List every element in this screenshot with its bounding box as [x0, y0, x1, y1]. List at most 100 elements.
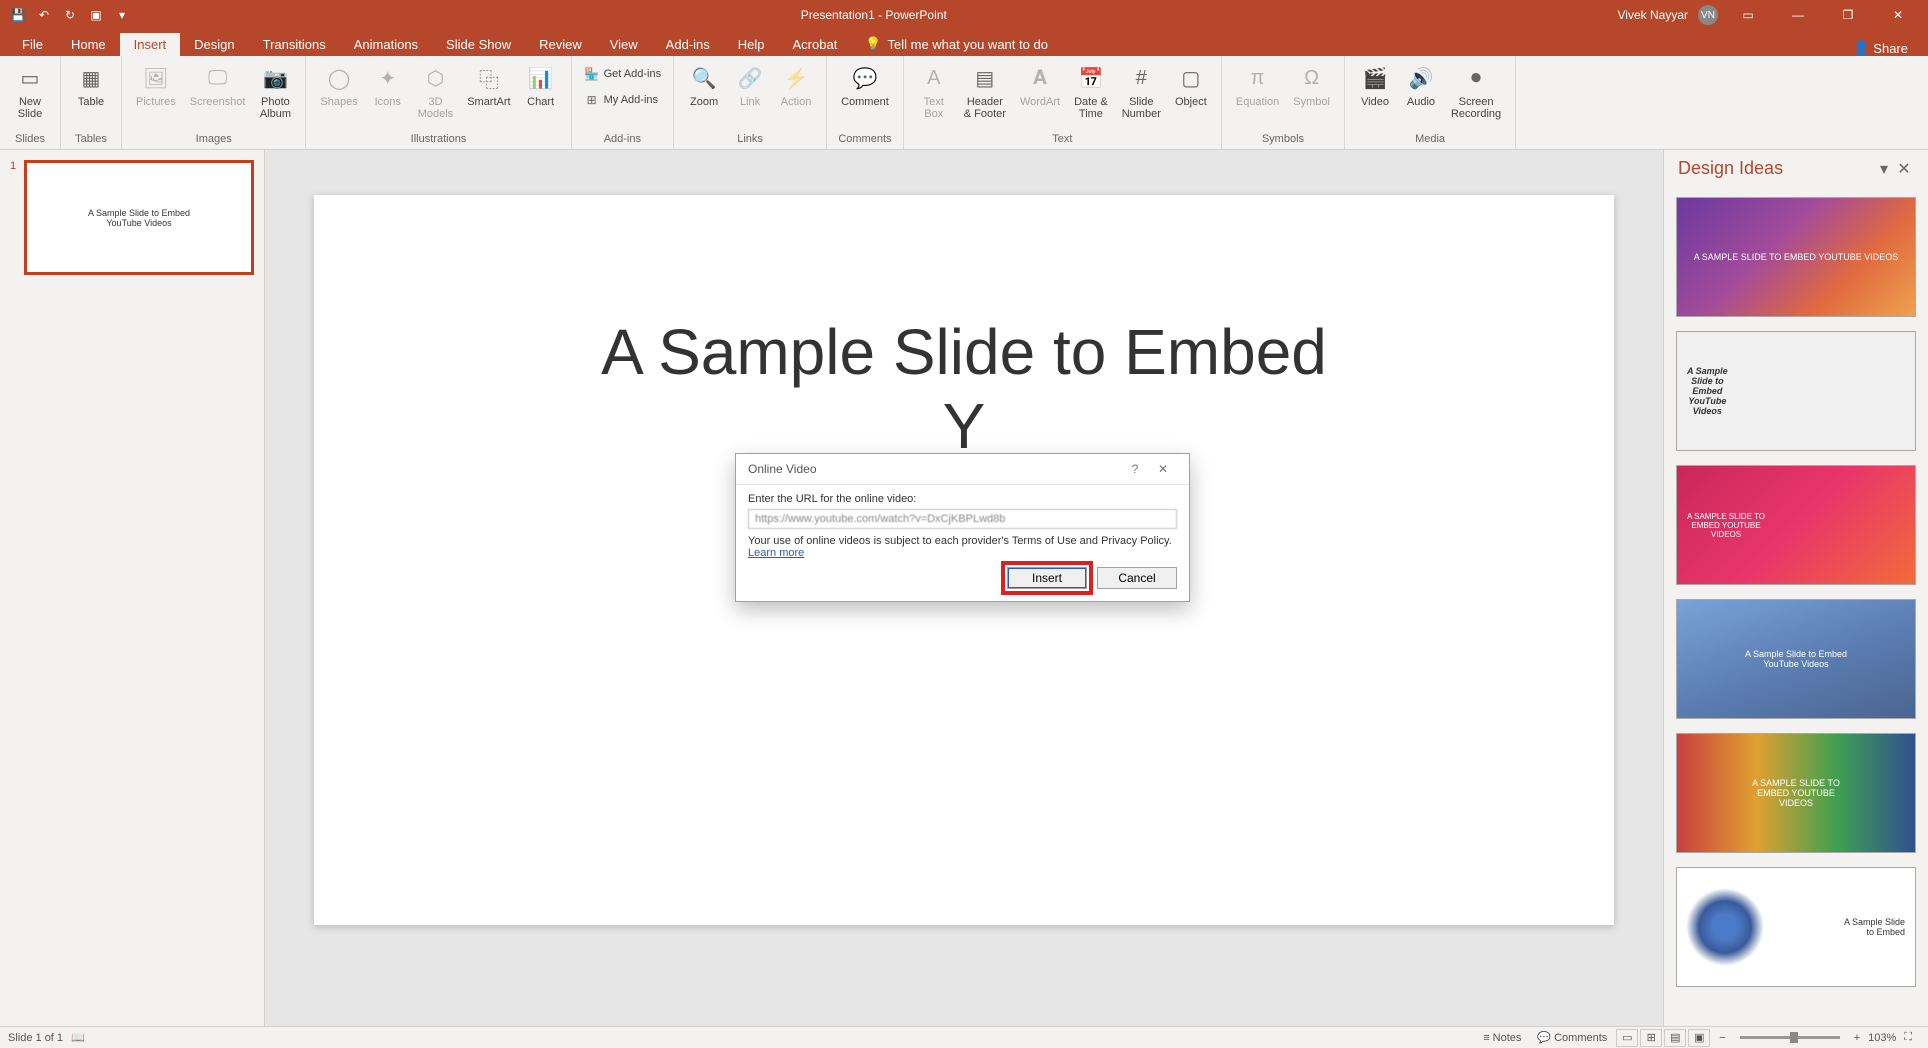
symbol-label: Symbol: [1293, 96, 1330, 108]
link-button[interactable]: 🔗Link: [728, 60, 772, 110]
ribbon-group-media: 🎬Video 🔊Audio ⏺Screen Recording Media: [1345, 56, 1516, 149]
tell-me-search[interactable]: 💡 Tell me what you want to do: [851, 32, 1062, 56]
tab-design[interactable]: Design: [180, 33, 248, 56]
tab-animations[interactable]: Animations: [340, 33, 432, 56]
tab-acrobat[interactable]: Acrobat: [779, 33, 852, 56]
tab-help[interactable]: Help: [724, 33, 779, 56]
lightbulb-icon: 💡: [865, 36, 881, 52]
tab-view[interactable]: View: [596, 33, 652, 56]
datetime-button[interactable]: 📅Date & Time: [1068, 60, 1114, 122]
learn-more-link[interactable]: Learn more: [748, 547, 804, 559]
close-icon[interactable]: ✕: [1878, 8, 1918, 22]
video-button[interactable]: 🎬Video: [1353, 60, 1397, 110]
wordart-button[interactable]: 𝐀WordArt: [1014, 60, 1066, 110]
save-icon[interactable]: 💾: [10, 7, 26, 23]
zoom-out-icon[interactable]: −: [1711, 1032, 1733, 1044]
shapes-button[interactable]: ◯Shapes: [314, 60, 363, 110]
redo-icon[interactable]: ↻: [62, 7, 78, 23]
3d-models-button[interactable]: ⬡3D Models: [412, 60, 459, 122]
object-button[interactable]: ▢Object: [1169, 60, 1213, 110]
screen-recording-button[interactable]: ⏺Screen Recording: [1445, 60, 1507, 122]
table-button[interactable]: ▦Table: [69, 60, 113, 110]
tab-home[interactable]: Home: [57, 33, 120, 56]
video-url-input[interactable]: [748, 509, 1177, 529]
design-idea-5[interactable]: A SAMPLE SLIDE TO EMBED YOUTUBE VIDEOS: [1676, 733, 1916, 853]
screenshot-button[interactable]: 🖵Screenshot: [184, 60, 252, 110]
screen-recording-label: Screen Recording: [1451, 96, 1501, 120]
slide-thumbnail-1[interactable]: A Sample Slide to Embed YouTube Videos: [24, 160, 254, 275]
notes-button[interactable]: ≡ Notes: [1475, 1032, 1529, 1044]
my-addins-button[interactable]: ⊞My Add-ins: [580, 90, 662, 110]
zoom-level[interactable]: 103%: [1868, 1032, 1896, 1044]
icons-button[interactable]: ✦Icons: [366, 60, 410, 110]
dialog-titlebar[interactable]: Online Video ? ✕: [736, 454, 1189, 485]
dialog-title: Online Video: [748, 462, 1121, 476]
equation-button[interactable]: πEquation: [1230, 60, 1285, 110]
photo-album-button[interactable]: 📷Photo Album: [253, 60, 297, 122]
icons-icon: ✦: [372, 62, 404, 94]
dialog-help-icon[interactable]: ?: [1121, 462, 1149, 476]
ribbon-options-icon[interactable]: ▭: [1728, 8, 1768, 22]
screenshot-icon: 🖵: [202, 62, 234, 94]
get-addins-button[interactable]: 🏪Get Add-ins: [580, 64, 665, 84]
tab-addins[interactable]: Add-ins: [652, 33, 724, 56]
tab-insert[interactable]: Insert: [120, 33, 181, 56]
symbol-button[interactable]: ΩSymbol: [1287, 60, 1336, 110]
sorter-view-icon[interactable]: ⊞: [1640, 1029, 1662, 1047]
design-idea-4[interactable]: A Sample Slide to Embed YouTube Videos: [1676, 599, 1916, 719]
tab-slideshow[interactable]: Slide Show: [432, 33, 525, 56]
pane-close-icon[interactable]: ✕: [1894, 159, 1914, 179]
group-label-tables: Tables: [69, 131, 113, 149]
zoom-in-icon[interactable]: +: [1846, 1032, 1868, 1044]
dialog-close-icon[interactable]: ✕: [1149, 462, 1177, 476]
undo-icon[interactable]: ↶: [36, 7, 52, 23]
design-idea-2[interactable]: A Sample Slide to Embed YouTube Videos: [1676, 331, 1916, 451]
notes-label: Notes: [1493, 1032, 1522, 1044]
thumbnail-number: 1: [10, 160, 16, 172]
design-ideas-list[interactable]: A SAMPLE SLIDE TO EMBED YOUTUBE VIDEOS A…: [1664, 187, 1928, 1026]
chart-button[interactable]: 📊Chart: [519, 60, 563, 110]
user-avatar[interactable]: VN: [1698, 5, 1718, 25]
slideshow-icon[interactable]: ▣: [88, 7, 104, 23]
pane-options-icon[interactable]: ▾: [1874, 159, 1894, 179]
share-button[interactable]: 👤 Share: [1853, 40, 1908, 56]
maximize-icon[interactable]: ❐: [1828, 8, 1868, 22]
design-idea-3[interactable]: A SAMPLE SLIDE TO EMBED YOUTUBE VIDEOS: [1676, 465, 1916, 585]
slide-counter[interactable]: Slide 1 of 1: [8, 1032, 63, 1044]
design-idea-6[interactable]: A Sample Slide to Embed: [1676, 867, 1916, 987]
zoom-label: Zoom: [690, 96, 718, 108]
cancel-button[interactable]: Cancel: [1097, 567, 1177, 589]
audio-button[interactable]: 🔊Audio: [1399, 60, 1443, 110]
reading-view-icon[interactable]: ▤: [1664, 1029, 1686, 1047]
slide-number-button[interactable]: #Slide Number: [1116, 60, 1167, 122]
action-button[interactable]: ⚡Action: [774, 60, 818, 110]
quick-access-toolbar: 💾 ↶ ↻ ▣ ▾: [0, 7, 130, 23]
fit-to-window-icon[interactable]: ⛶: [1896, 1031, 1920, 1044]
tab-review[interactable]: Review: [525, 33, 596, 56]
smartart-button[interactable]: ⿻SmartArt: [461, 60, 516, 110]
equation-label: Equation: [1236, 96, 1279, 108]
header-footer-button[interactable]: ▤Header & Footer: [958, 60, 1012, 122]
shapes-icon: ◯: [323, 62, 355, 94]
tab-file[interactable]: File: [8, 33, 57, 56]
slide-thumbnail-pane[interactable]: 1 A Sample Slide to Embed YouTube Videos: [0, 150, 265, 1026]
pictures-button[interactable]: 🖼Pictures: [130, 60, 182, 110]
3d-models-label: 3D Models: [418, 96, 453, 120]
tab-transitions[interactable]: Transitions: [249, 33, 340, 56]
comment-button[interactable]: 💬Comment: [835, 60, 895, 110]
zoom-slider[interactable]: [1740, 1036, 1840, 1039]
design-idea-1[interactable]: A SAMPLE SLIDE TO EMBED YOUTUBE VIDEOS: [1676, 197, 1916, 317]
spellcheck-icon[interactable]: 📖: [63, 1031, 93, 1044]
audio-icon: 🔊: [1405, 62, 1437, 94]
zoom-button[interactable]: 🔍Zoom: [682, 60, 726, 110]
new-slide-button[interactable]: ▭New Slide: [8, 60, 52, 122]
normal-view-icon[interactable]: ▭: [1616, 1029, 1638, 1047]
ribbon-group-links: 🔍Zoom 🔗Link ⚡Action Links: [674, 56, 827, 149]
comments-button[interactable]: 💬 Comments: [1529, 1031, 1615, 1044]
minimize-icon[interactable]: —: [1778, 8, 1818, 22]
qat-dropdown-icon[interactable]: ▾: [114, 7, 130, 23]
online-video-dialog: Online Video ? ✕ Enter the URL for the o…: [735, 453, 1190, 602]
slideshow-view-icon[interactable]: ▣: [1688, 1029, 1710, 1047]
textbox-button[interactable]: AText Box: [912, 60, 956, 122]
insert-button[interactable]: Insert: [1007, 567, 1087, 589]
